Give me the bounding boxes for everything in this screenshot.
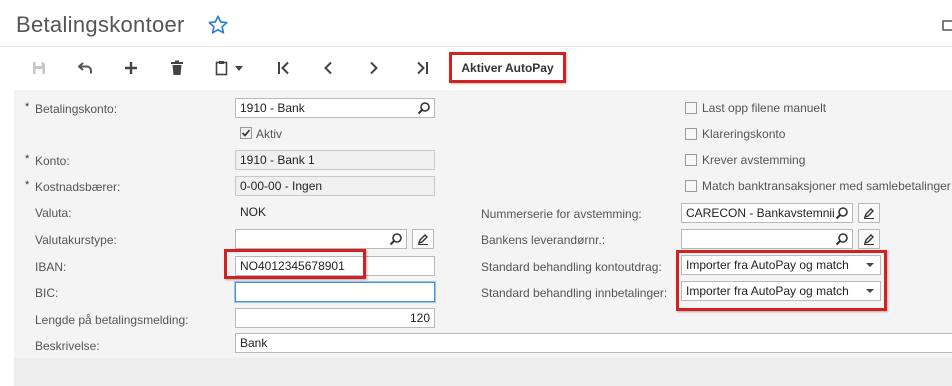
betalingskonto-label: Betalingskonto: (35, 102, 118, 116)
edit-nummerserie-button[interactable] (858, 203, 880, 223)
pencil-icon (863, 234, 874, 245)
clipboard-icon (215, 61, 228, 76)
last-icon (417, 61, 428, 75)
valuta-label: Valuta: (35, 206, 72, 220)
valutakurstype-label: Valutakurstype: (35, 233, 117, 247)
lengde-field[interactable]: 120 (235, 308, 435, 328)
behandling-highlight (676, 250, 887, 311)
previous-icon (324, 61, 332, 75)
beskrivelse-field[interactable]: Bank (235, 333, 952, 353)
iban-highlight (224, 249, 366, 279)
title-bar: Betalingskontoer (0, 0, 952, 46)
edit-leverandor-button[interactable] (858, 229, 880, 249)
betalingskonto-field[interactable]: 1910 - Bank (235, 98, 435, 118)
lengde-label: Lengde på betalingsmelding: (35, 313, 189, 327)
search-icon[interactable] (835, 206, 849, 220)
required-marker: * (25, 153, 30, 165)
valuta-value: NOK (240, 205, 267, 219)
floppy-disk-icon (33, 62, 45, 74)
leverandor-field[interactable] (681, 229, 853, 249)
klareringskonto-label: Klareringskonto (702, 127, 786, 141)
kontoutdrag-label: Standard behandling kontoutdrag: (481, 260, 662, 274)
next-icon (370, 61, 378, 75)
search-icon[interactable] (389, 232, 403, 246)
last-record-button[interactable] (409, 55, 435, 81)
pencil-icon (863, 208, 874, 219)
required-marker: * (25, 101, 30, 113)
checkmark-icon (241, 129, 251, 137)
krever-avstemming-checkbox[interactable] (685, 154, 697, 166)
search-icon[interactable] (835, 232, 849, 246)
add-button[interactable] (118, 55, 144, 81)
bic-field[interactable] (235, 282, 435, 302)
print-icon[interactable] (942, 16, 952, 32)
activate-autopay-button[interactable]: Aktiver AutoPay (449, 52, 566, 83)
match-samlebetalinger-label: Match banktransaksjoner med samlebetalin… (702, 179, 951, 193)
bic-label: BIC: (35, 286, 59, 300)
nummerserie-field[interactable]: CARECON - Bankavstemnii (681, 203, 853, 223)
last-opp-label: Last opp filene manuelt (702, 101, 827, 115)
pencil-icon (417, 234, 428, 245)
trash-icon (171, 60, 183, 75)
konto-label: Konto: (35, 154, 70, 168)
search-icon[interactable] (417, 101, 431, 115)
aktiv-checkbox[interactable] (240, 127, 252, 139)
plus-icon (125, 62, 137, 74)
required-marker: * (25, 179, 30, 191)
chevron-down-icon (235, 65, 243, 71)
klareringskonto-checkbox[interactable] (685, 128, 697, 140)
nummerserie-label: Nummerserie for avstemming: (481, 207, 642, 221)
innbetalinger-label: Standard behandling innbetalinger: (481, 286, 668, 300)
page-title: Betalingskontoer (16, 12, 185, 37)
last-opp-checkbox[interactable] (685, 102, 697, 114)
first-record-button[interactable] (271, 55, 297, 81)
beskrivelse-label: Beskrivelse: (35, 339, 100, 353)
match-samlebetalinger-checkbox[interactable] (685, 180, 697, 192)
undo-icon (78, 62, 92, 74)
leverandor-label: Bankens leverandørnr.: (481, 233, 606, 247)
previous-record-button[interactable] (315, 55, 341, 81)
first-icon (278, 61, 289, 75)
delete-button[interactable] (164, 55, 190, 81)
copy-paste-button[interactable] (210, 55, 248, 81)
save-button[interactable] (26, 55, 52, 81)
edit-valutakurstype-button[interactable] (412, 229, 434, 249)
iban-label: IBAN: (35, 260, 67, 274)
next-record-button[interactable] (361, 55, 387, 81)
kostnadsbaerer-field[interactable]: 0-00-00 - Ingen (235, 176, 435, 196)
konto-field[interactable]: 1910 - Bank 1 (235, 150, 435, 170)
valutakurstype-field[interactable] (235, 229, 407, 249)
undo-button[interactable] (73, 55, 99, 81)
kostnadsbaerer-label: Kostnadsbærer: (35, 180, 121, 194)
form-footer-strip (14, 358, 952, 386)
favorite-star-icon[interactable] (207, 14, 229, 36)
aktiv-label: Aktiv (256, 127, 283, 141)
krever-avstemming-label: Krever avstemming (702, 153, 806, 167)
